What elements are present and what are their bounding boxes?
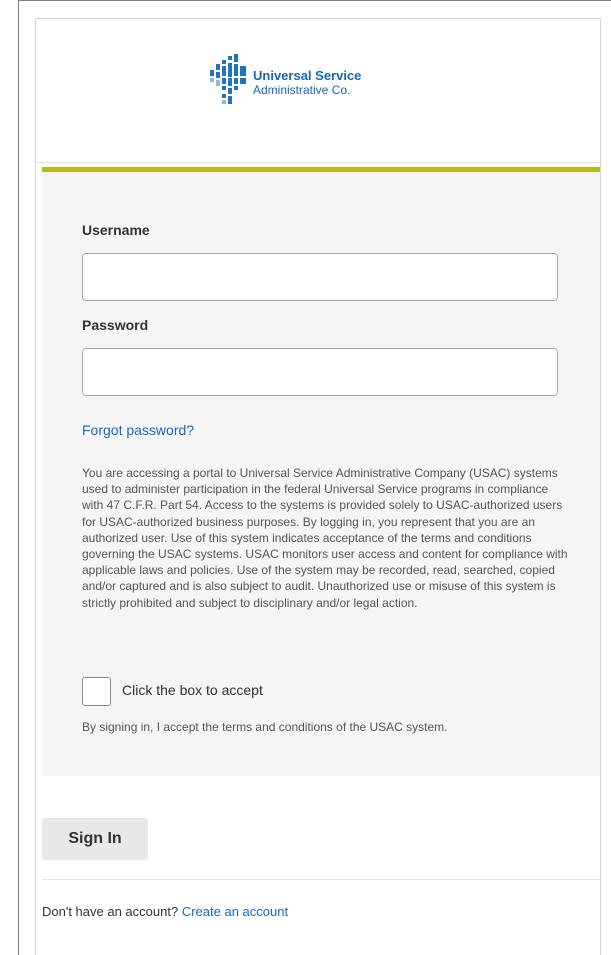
usac-logo-icon xyxy=(210,54,246,104)
forgot-password-link[interactable]: Forgot password? xyxy=(82,422,194,438)
accept-terms-label[interactable]: Click the box to accept xyxy=(122,682,263,698)
divider xyxy=(42,879,600,880)
signup-prompt: Don't have an account? xyxy=(42,904,179,919)
login-form: Username Password Forgot password? You a… xyxy=(42,172,600,776)
terms-note: By signing in, I accept the terms and co… xyxy=(82,720,448,734)
password-input[interactable] xyxy=(82,348,558,396)
logo-line-1: Universal Service xyxy=(253,68,362,83)
sign-in-button[interactable]: Sign In xyxy=(42,818,148,860)
legal-notice: You are accessing a portal to Universal … xyxy=(82,466,568,610)
signup-footer: Don't have an account? Create an account xyxy=(42,904,288,919)
username-label: Username xyxy=(82,222,150,238)
usac-logo: Universal Service Administrative Co. xyxy=(208,54,408,124)
login-header: Universal Service Administrative Co. xyxy=(36,19,600,163)
create-account-link[interactable]: Create an account xyxy=(182,904,288,919)
username-input[interactable] xyxy=(82,253,558,301)
login-card: Universal Service Administrative Co. Use… xyxy=(35,18,601,955)
logo-line-2: Administrative Co. xyxy=(253,83,351,97)
accept-terms-checkbox[interactable] xyxy=(82,677,111,706)
usac-logo-text: Universal Service Administrative Co. xyxy=(253,68,361,98)
password-label: Password xyxy=(82,317,149,333)
